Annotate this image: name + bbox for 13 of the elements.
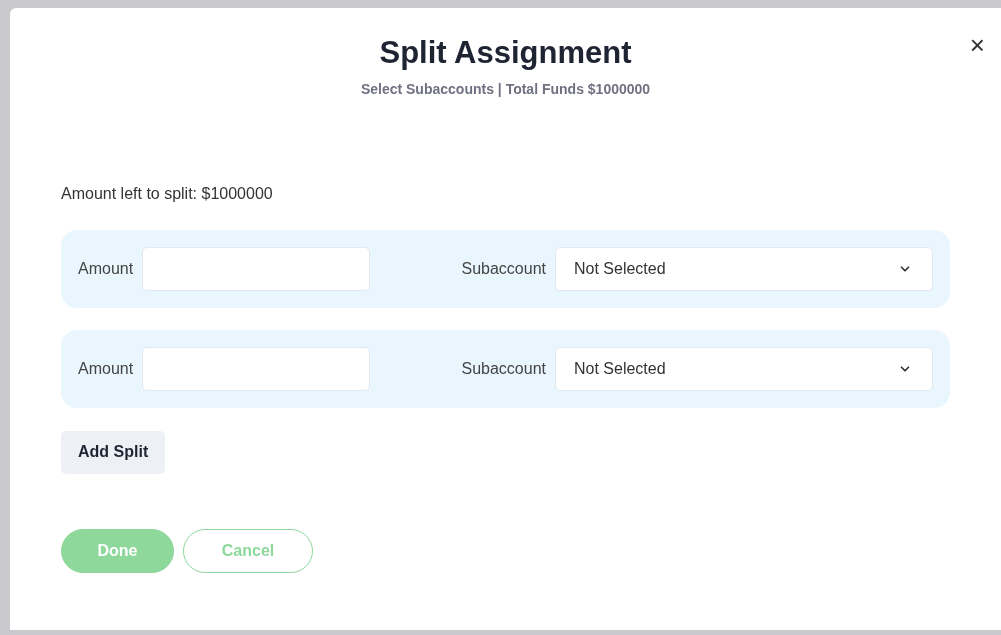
subaccount-label: Subaccount [461,358,546,379]
amount-field[interactable] [142,346,371,391]
dialog-subtitle: Select Subaccounts | Total Funds $1000000 [360,79,651,99]
amount-field[interactable] [142,246,371,291]
amount-label: Amount [78,258,134,279]
amount-left-text: Amount left to split: $1000000 [61,183,273,204]
dialog-title: Split Assignment [379,34,632,72]
subaccount-select[interactable]: Not Selected [555,246,933,291]
add-split-button[interactable]: Add Split [61,430,166,474]
amount-label: Amount [78,358,134,379]
close-button[interactable]: × [965,32,989,58]
subaccount-label: Subaccount [461,258,546,279]
subaccount-select[interactable]: Not Selected [555,346,933,391]
